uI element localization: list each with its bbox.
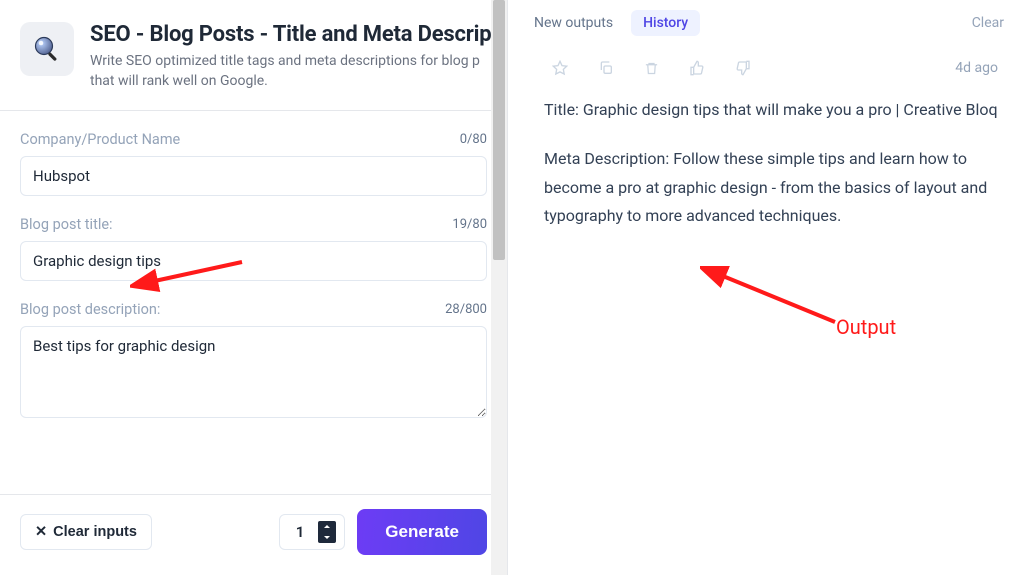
form: Company/Product Name 0/80 Blog post titl… — [0, 111, 507, 494]
output-meta-text: Meta Description: Follow these simple ti… — [544, 145, 998, 231]
template-header: SEO - Blog Posts - Title and Meta Descri… — [0, 0, 507, 110]
generate-button[interactable]: Generate — [357, 509, 487, 555]
textarea-blog-description[interactable] — [20, 326, 487, 418]
header-text: SEO - Blog Posts - Title and Meta Descri… — [90, 22, 499, 92]
x-icon: ✕ — [35, 524, 47, 540]
clear-link[interactable]: Clear — [972, 15, 1004, 31]
clear-inputs-label: Clear inputs — [53, 524, 137, 540]
left-panel: SEO - Blog Posts - Title and Meta Descri… — [0, 0, 508, 575]
app-root: SEO - Blog Posts - Title and Meta Descri… — [0, 0, 1024, 575]
thumbs-up-icon[interactable] — [689, 60, 705, 76]
label-company: Company/Product Name — [20, 131, 180, 148]
trash-icon[interactable] — [644, 61, 659, 76]
output-timestamp: 4d ago — [955, 60, 998, 76]
output-title-text: Title: Graphic design tips that will mak… — [544, 96, 998, 125]
actions-row: 4d ago — [508, 44, 1024, 90]
tab-new-outputs[interactable]: New outputs — [534, 15, 613, 31]
counter-blog-description: 28/800 — [445, 302, 487, 317]
copy-icon[interactable] — [598, 60, 614, 76]
thumbs-down-icon[interactable] — [735, 60, 751, 76]
footer-bar: ✕ Clear inputs 1 Generate — [0, 494, 507, 575]
output-content: Title: Graphic design tips that will mak… — [508, 90, 1024, 251]
clear-inputs-button[interactable]: ✕ Clear inputs — [20, 514, 152, 550]
field-company: Company/Product Name 0/80 — [20, 131, 487, 196]
label-blog-title: Blog post title: — [20, 216, 113, 233]
tab-history[interactable]: History — [631, 10, 700, 36]
star-icon[interactable] — [552, 60, 568, 76]
quantity-stepper[interactable]: 1 — [279, 514, 346, 550]
annotation-label: Output — [836, 315, 896, 339]
scrollbar-thumb[interactable] — [493, 0, 505, 260]
input-blog-title[interactable] — [20, 241, 487, 281]
tabs-row: New outputs History Clear — [508, 0, 1024, 44]
input-company[interactable] — [20, 156, 487, 196]
right-panel: New outputs History Clear 4d ago Title: — [508, 0, 1024, 575]
stepper-icon[interactable] — [318, 521, 336, 543]
template-subtitle: Write SEO optimized title tags and meta … — [90, 51, 490, 92]
quantity-value: 1 — [296, 523, 305, 541]
field-blog-description: Blog post description: 28/800 — [20, 301, 487, 422]
field-blog-title: Blog post title: 19/80 — [20, 216, 487, 281]
counter-blog-title: 19/80 — [452, 217, 487, 232]
magnifier-icon — [20, 22, 74, 76]
scrollbar[interactable] — [491, 0, 507, 575]
counter-company: 0/80 — [460, 132, 487, 147]
template-title: SEO - Blog Posts - Title and Meta Descri… — [90, 22, 499, 47]
label-blog-description: Blog post description: — [20, 301, 160, 318]
